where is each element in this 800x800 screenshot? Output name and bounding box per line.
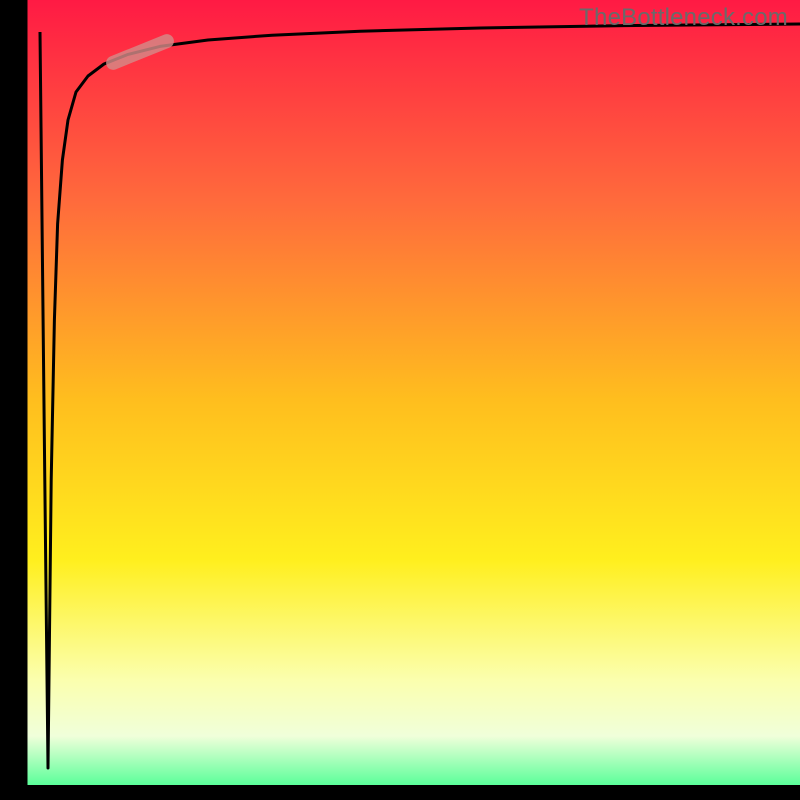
chart-container: TheBottleneck.com — [0, 0, 800, 800]
gradient-background — [0, 0, 800, 800]
watermark-text: TheBottleneck.com — [579, 4, 788, 32]
bottleneck-chart — [0, 0, 800, 800]
